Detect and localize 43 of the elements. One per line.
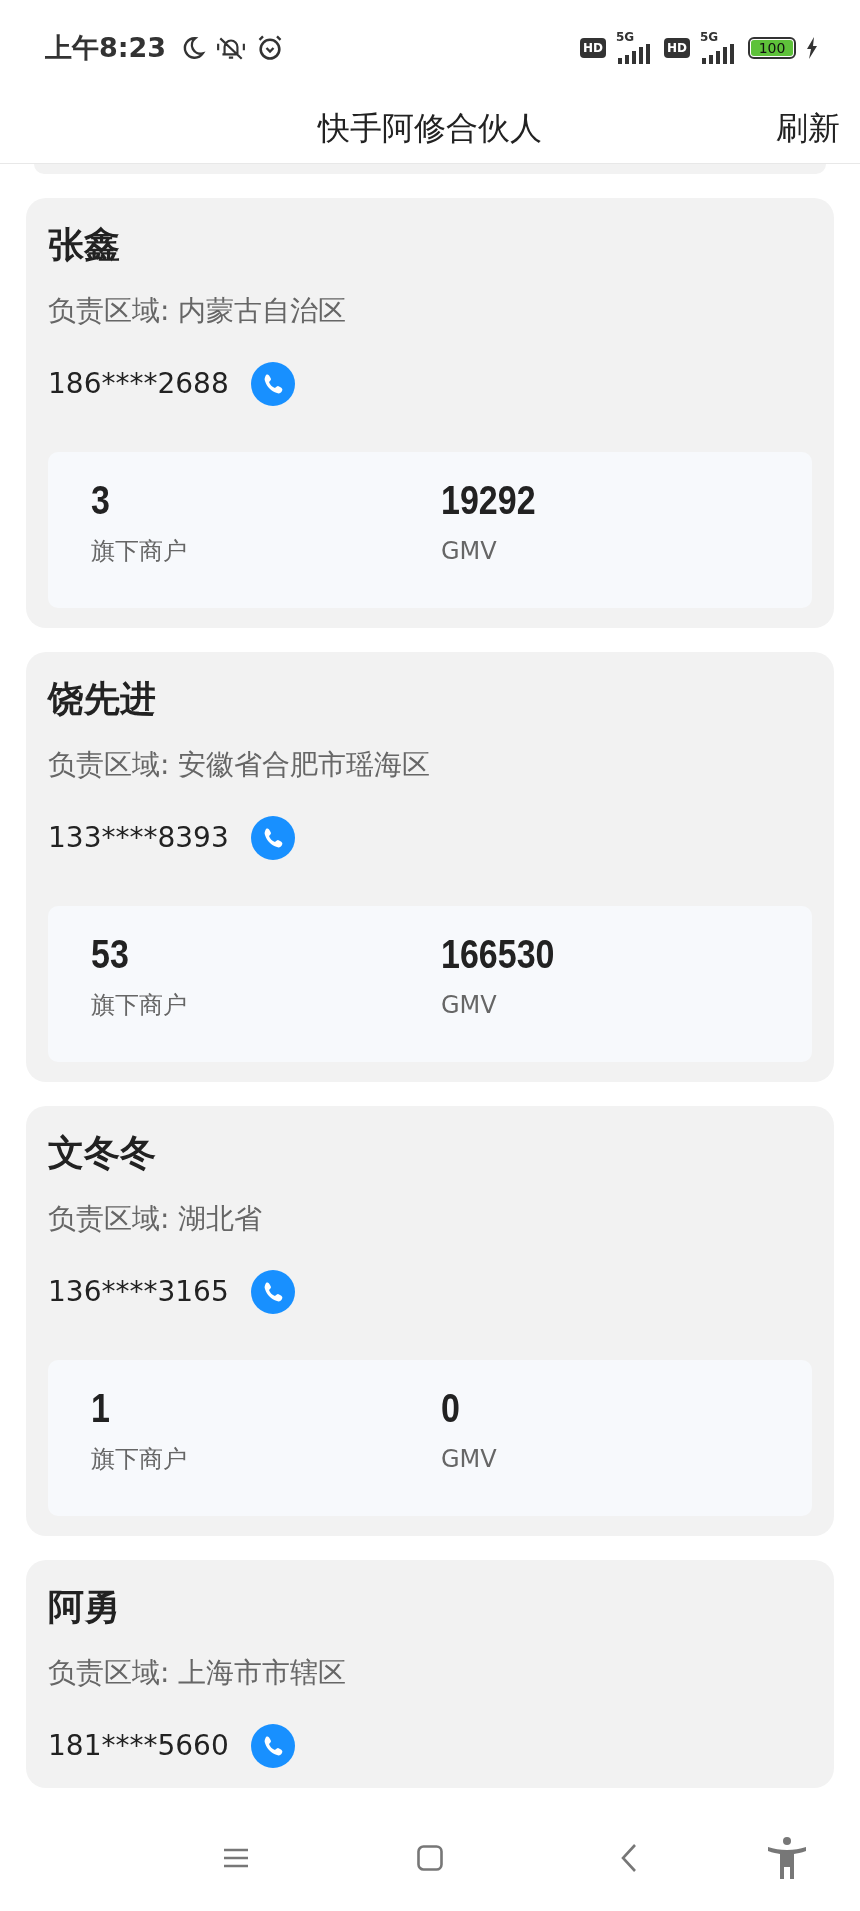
hd-badge: HD <box>579 37 606 58</box>
stat-label: GMV <box>441 536 498 566</box>
accessibility-icon[interactable] <box>767 1837 807 1879</box>
stat-value: 1 <box>91 1386 111 1430</box>
stat-value: 0 <box>441 1386 461 1430</box>
status-time: 上午8:23 <box>45 30 167 65</box>
region-text: 负责区域: 安徽省合肥市瑶海区 <box>48 747 432 783</box>
back-icon[interactable] <box>621 1843 637 1873</box>
signal-icon <box>700 44 734 64</box>
stat-label: 旗下商户 <box>91 1444 188 1474</box>
charging-icon <box>806 36 818 59</box>
signal-icon <box>616 44 650 64</box>
stat-value: 53 <box>91 932 130 976</box>
network-label: 5G <box>616 31 635 44</box>
stat-value: 166530 <box>441 932 556 976</box>
battery-text: 100 <box>758 39 786 56</box>
stat-value: 3 <box>91 478 111 522</box>
stat-value: 19292 <box>441 478 537 522</box>
phone-number: 186****2688 <box>48 366 229 402</box>
phone-icon[interactable] <box>250 816 295 860</box>
phone-icon[interactable] <box>250 1270 295 1314</box>
refresh-button[interactable]: 刷新 <box>776 107 840 151</box>
region-text: 负责区域: 内蒙古自治区 <box>48 293 348 329</box>
stat-label: 旗下商户 <box>91 990 188 1020</box>
region-text: 负责区域: 湖北省 <box>48 1201 264 1237</box>
stat-label: GMV <box>441 990 498 1020</box>
home-icon[interactable] <box>417 1845 443 1871</box>
stat-label: GMV <box>441 1444 498 1474</box>
partner-name: 阿勇 <box>48 1585 121 1629</box>
stat-label: 旗下商户 <box>91 536 188 566</box>
menu-icon[interactable] <box>223 1848 249 1868</box>
phone-icon[interactable] <box>250 362 295 406</box>
phone-number: 136****3165 <box>48 1274 229 1310</box>
page-title: 快手阿修合伙人 <box>318 108 542 149</box>
hd-badge: HD <box>664 37 690 58</box>
phone-icon[interactable] <box>250 1724 295 1768</box>
partner-name: 文冬冬 <box>48 1131 157 1175</box>
partner-name: 张鑫 <box>48 223 121 267</box>
network-label: 5G <box>700 31 719 44</box>
region-text: 负责区域: 上海市市辖区 <box>48 1655 348 1691</box>
partner-name: 饶先进 <box>48 677 157 721</box>
phone-number: 133****8393 <box>48 820 229 856</box>
phone-number: 181****5660 <box>48 1728 229 1764</box>
